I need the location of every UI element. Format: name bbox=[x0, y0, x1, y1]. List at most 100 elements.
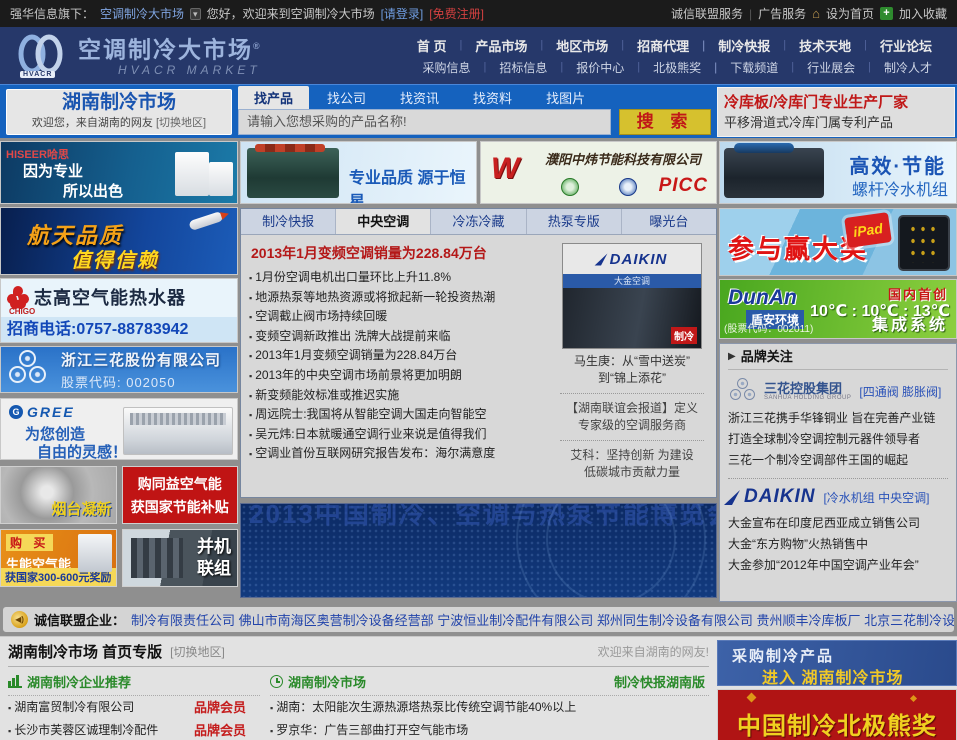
alliance-label: 诚信联盟企业： bbox=[34, 610, 125, 629]
nav-bid-info[interactable]: 招标信息 bbox=[486, 59, 560, 76]
login-link[interactable]: [请登录] bbox=[381, 5, 424, 22]
sanhua-news-list: 浙江三花携手华锋铜业 旨在完善产业链 打造全球制冷空调控制元器件领导者 三花一个… bbox=[728, 408, 948, 471]
register-link[interactable]: [免费注册] bbox=[429, 5, 484, 22]
screw-chiller-ad-banner[interactable]: 高效·节能 螺杆冷水机组 bbox=[719, 141, 957, 204]
news-item[interactable]: 变频空调新政推出 洗牌大战提前来临 bbox=[249, 327, 556, 347]
aerospace-quality-ad-banner[interactable]: 航天品质 值得信赖 bbox=[0, 207, 238, 275]
search-area: 找产品 找公司 找资讯 找资料 找图片 搜 索 bbox=[238, 88, 711, 136]
nav-jobs[interactable]: 制冷人才 bbox=[871, 59, 945, 76]
add-favorite-link[interactable]: 加入收藏 bbox=[899, 5, 947, 22]
recommended-companies-column: 湖南制冷企业推荐 湖南富贸制冷有限公司 品牌会员 长沙市芙蓉区诚理制冷配件 品牌… bbox=[8, 672, 260, 740]
search-input[interactable] bbox=[238, 109, 611, 135]
shengneng-reward-ad-tile[interactable]: 购 买 生能空气能 获国家300-600元奖励 bbox=[0, 529, 117, 587]
nav-agency[interactable]: 招商代理 bbox=[624, 36, 702, 55]
nav-tech[interactable]: 技术天地 bbox=[786, 36, 864, 55]
gree-ad-banner[interactable]: G GREE 为您创造 自由的灵感！ bbox=[0, 398, 238, 460]
polar-bear-award-ad-banner[interactable]: 中国制冷北极熊奖 bbox=[717, 689, 957, 740]
nav-purchase-info[interactable]: 采购信息 bbox=[409, 59, 483, 76]
news-item[interactable]: 2013年的中央空调市场前景将更加明朗 bbox=[249, 366, 556, 386]
nav-download[interactable]: 下载频道 bbox=[717, 59, 791, 76]
nav-product-market[interactable]: 产品市场 bbox=[462, 36, 540, 55]
gree-logo: G GREE bbox=[9, 404, 75, 420]
nav-quote-center[interactable]: 报价中心 bbox=[563, 59, 637, 76]
brand-member-badge[interactable]: 品牌会员 bbox=[194, 720, 260, 740]
expo-ad-banner[interactable]: 2013中国制冷、空调与热泵节能博览会 bbox=[240, 503, 717, 598]
parallel-unit-ad-tile[interactable]: 并机联组 bbox=[122, 529, 239, 587]
news-item[interactable]: 周远院士:我国将从智能空调大国走向智能空 bbox=[249, 405, 556, 425]
news-tab-flash[interactable]: 制冷快报 bbox=[241, 209, 336, 234]
site-selector[interactable]: 空调制冷大市场 bbox=[100, 5, 184, 22]
brand-news-item[interactable]: 大金“东方购物”火热销售中 bbox=[728, 534, 948, 555]
news-tab-heatpump[interactable]: 热泵专版 bbox=[527, 209, 622, 234]
news-item[interactable]: 吴元炜:日本就暖通空调行业来说是值得我们 bbox=[249, 425, 556, 445]
regional-news-item[interactable]: 罗京华：广告三部曲打开空气能市场 bbox=[270, 719, 468, 740]
search-tab-docs[interactable]: 找资料 bbox=[457, 86, 528, 109]
search-tab-pics[interactable]: 找图片 bbox=[530, 86, 601, 109]
news-item[interactable]: 空调截止阀市场持续回暖 bbox=[249, 307, 556, 327]
news-item[interactable]: 地源热泵等地热资源或将掀起新一轮投资热潮 bbox=[249, 288, 556, 308]
site-logo[interactable]: HVACR 空调制冷大市场® HVACR MARKET bbox=[12, 34, 262, 78]
regional-section: 湖南制冷市场 首页专版 [切换地区] 欢迎来自湖南的网友! 湖南制冷企业推荐 湖… bbox=[0, 636, 957, 740]
sanhua-tags-link[interactable]: [四通阀 膨胀阀] bbox=[859, 383, 941, 400]
tablet-image bbox=[898, 215, 950, 271]
switch-region-link[interactable]: [切换地区] bbox=[156, 117, 206, 129]
news-tab-central-ac[interactable]: 中央空调 bbox=[336, 209, 431, 234]
nav-home[interactable]: 首 页 bbox=[404, 36, 460, 55]
regional-news-link[interactable]: 制冷快报湖南版 bbox=[614, 672, 709, 691]
nav-region-market[interactable]: 地区市场 bbox=[543, 36, 621, 55]
search-tabs: 找产品 找公司 找资讯 找资料 找图片 bbox=[238, 88, 711, 109]
sanhua-brand-row[interactable]: 三花控股集团 SANHUA HOLDING GROUP [四通阀 膨胀阀] bbox=[728, 378, 948, 404]
chigo-ad-banner[interactable]: 志高空气能热水器 CHIGO 招商电话:0757-88783942 bbox=[0, 278, 238, 343]
hiseer-ad-banner[interactable]: HISEER哈思 因为专业 所以出色 bbox=[0, 141, 238, 204]
company-link[interactable]: 湖南富贸制冷有限公司 bbox=[8, 696, 134, 719]
set-homepage-link[interactable]: 设为首页 bbox=[826, 5, 874, 22]
brand-news-item[interactable]: 大金宣布在印度尼西亚成立销售公司 bbox=[728, 513, 948, 534]
region-title[interactable]: 湖南制冷市场 bbox=[7, 92, 231, 114]
news-note[interactable]: 【湖南联谊会报道】定义专家级的空调服务商 bbox=[556, 400, 708, 434]
yantai-ningxin-ad-tile[interactable]: 烟台凝新 bbox=[0, 466, 117, 524]
news-item[interactable]: 空调业首份互联网研究报告发布：海尔满意度 bbox=[249, 444, 556, 464]
news-item[interactable]: 新变频能效标准或推迟实施 bbox=[249, 386, 556, 406]
brand-news-item[interactable]: 大金参加“2012年中国空调产业年会” bbox=[728, 555, 948, 576]
search-tab-company[interactable]: 找公司 bbox=[311, 86, 382, 109]
brand-news-item[interactable]: 三花一个制冷空调部件王国的崛起 bbox=[728, 450, 948, 471]
nav-expo[interactable]: 行业展会 bbox=[794, 59, 868, 76]
photo-sign-text: 大金空调 bbox=[563, 274, 701, 288]
alliance-service-link[interactable]: 诚信联盟服务 bbox=[671, 5, 743, 22]
news-item[interactable]: 1月份空调电机出口量环比上升11.8% bbox=[249, 268, 556, 288]
daikin-store-photo[interactable]: DAIKIN 大金空调 制冷 bbox=[562, 243, 702, 349]
news-tab-freezing[interactable]: 冷冻冷藏 bbox=[431, 209, 526, 234]
news-note[interactable]: 艾科：坚持创新 为建设低碳城市贡献力量 bbox=[556, 447, 708, 481]
page: 强华信息旗下： 空调制冷大市场 ▾ 您好，欢迎来到空调制冷大市场 [请登录] [… bbox=[0, 0, 957, 740]
enter-market-ad-banner[interactable]: 采购制冷产品 进入 湖南制冷市场 bbox=[717, 640, 957, 686]
search-button[interactable]: 搜 索 bbox=[619, 109, 711, 135]
news-headline[interactable]: 2013年1月变频空调销量为228.84万台 bbox=[251, 243, 556, 263]
cold-storage-ad-banner[interactable]: 冷库板/冷库门专业生产厂家 平移滑道式冷库门属专利产品 bbox=[717, 87, 955, 137]
nav-polar-bear-award[interactable]: 北极熊奖 bbox=[640, 59, 714, 76]
sanhua-stock-ad-banner[interactable]: 浙江三花股份有限公司 股票代码: 002050 bbox=[0, 346, 238, 393]
regional-news-item[interactable]: 湖南：太阳能次生源热源塔热泵比传统空调节能40%以上 bbox=[270, 696, 576, 719]
prize-draw-ad-banner[interactable]: 参与赢大奖 iPad bbox=[719, 208, 957, 276]
search-tab-product[interactable]: 找产品 bbox=[238, 86, 309, 109]
chevron-down-icon[interactable]: ▾ bbox=[190, 8, 201, 20]
daikin-tags-link[interactable]: [冷水机组 中央空调] bbox=[823, 489, 929, 506]
hengxing-ad-banner[interactable]: 专业品质 源于恒星 bbox=[240, 141, 477, 204]
company-row: 长沙市芙蓉区诚理制冷配件 品牌会员 bbox=[8, 719, 260, 740]
nav-forum[interactable]: 行业论坛 bbox=[867, 36, 945, 55]
zhongwei-ad-banner[interactable]: W 濮阳中炜节能科技有限公司 PICC bbox=[480, 141, 717, 204]
news-item[interactable]: 2013年1月变频空调销量为228.84万台 bbox=[249, 346, 556, 366]
switch-region-link[interactable]: [切换地区] bbox=[170, 643, 225, 660]
tongyi-subsidy-ad-tile[interactable]: 购同益空气能 获国家节能补贴 bbox=[122, 466, 239, 524]
photo-caption[interactable]: 马生庚：从“雪中送炭”到“锦上添花” bbox=[556, 353, 708, 387]
ad-service-link[interactable]: 广告服务 bbox=[758, 5, 806, 22]
alliance-companies[interactable]: 制冷有限责任公司 佛山市南海区奥营制冷设备经营部 宁波恒业制冷配件有限公司 郑州… bbox=[131, 610, 955, 629]
daikin-brand-row[interactable]: DAIKIN [冷水机组 中央空调] bbox=[728, 486, 948, 508]
brand-news-item[interactable]: 浙江三花携手华锋铜业 旨在完善产业链 bbox=[728, 408, 948, 429]
brand-news-item[interactable]: 打造全球制冷空调控制元器件领导者 bbox=[728, 429, 948, 450]
search-tab-news[interactable]: 找资讯 bbox=[384, 86, 455, 109]
brand-member-badge[interactable]: 品牌会员 bbox=[194, 697, 260, 719]
nav-news[interactable]: 制冷快报 bbox=[705, 36, 783, 55]
company-link[interactable]: 长沙市芙蓉区诚理制冷配件 bbox=[8, 719, 158, 740]
news-tab-exposure[interactable]: 曝光台 bbox=[622, 209, 716, 234]
dunan-ad-banner[interactable]: DunAn 盾安环境 (股票代码：002011) 国内首创 10℃ : 10℃ … bbox=[719, 279, 957, 339]
